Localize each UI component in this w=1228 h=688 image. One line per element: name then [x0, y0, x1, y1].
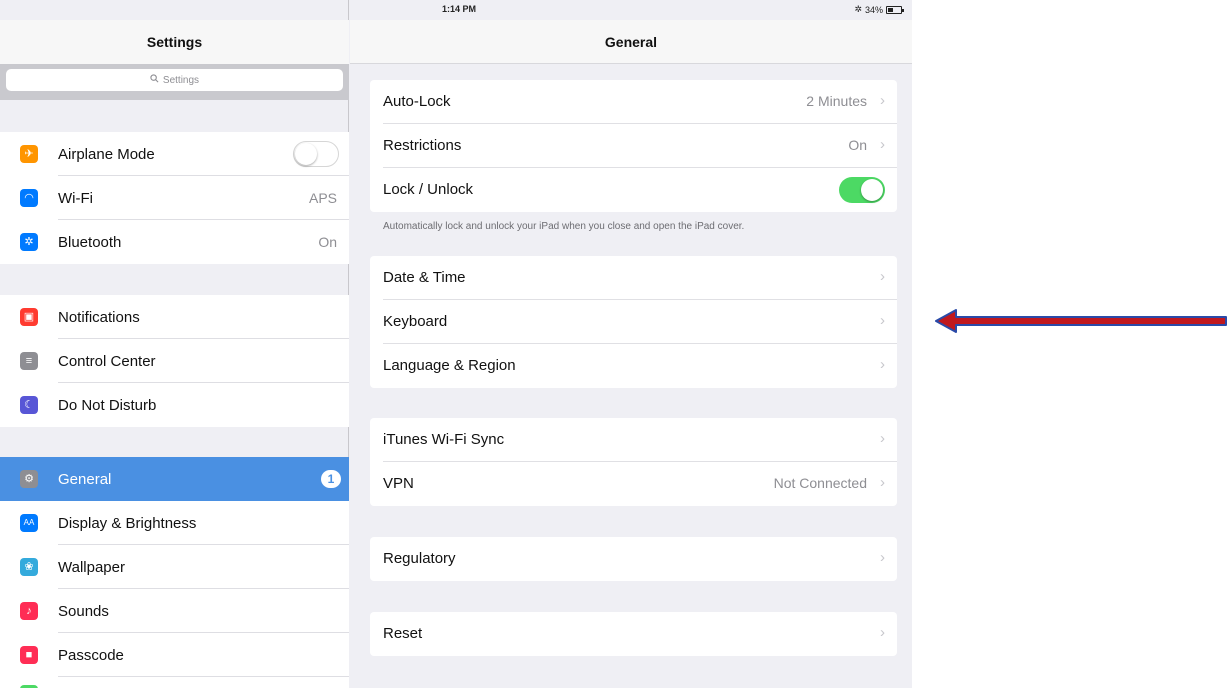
control-center-icon: ≡ — [20, 352, 38, 370]
row-language-region[interactable]: Language & Region › — [370, 344, 897, 388]
sidebar-item-label: Airplane Mode — [58, 145, 155, 163]
row-date-time[interactable]: Date & Time › — [370, 256, 897, 300]
sidebar-item-control-center[interactable]: ≡ Control Center — [0, 339, 349, 383]
row-regulatory[interactable]: Regulatory › — [370, 537, 897, 581]
sidebar-item-label: Notifications — [58, 308, 140, 326]
row-label: Auto-Lock — [383, 93, 451, 110]
gear-icon: ⚙ — [20, 470, 38, 488]
sidebar-item-label: Sounds — [58, 602, 109, 620]
general-detail-pane: General Auto-Lock 2 Minutes › Restrictio… — [350, 0, 912, 688]
sidebar-group-notifications: ▣ Notifications ≡ Control Center ☾ Do No… — [0, 295, 349, 427]
group-network: iTunes Wi-Fi Sync › VPN Not Connected › — [370, 418, 897, 506]
auto-lock-value: 2 Minutes — [806, 93, 867, 109]
row-label: Restrictions — [383, 137, 462, 154]
lock-unlock-toggle[interactable] — [839, 177, 885, 203]
chevron-right-icon: › — [880, 136, 885, 153]
chevron-right-icon: › — [880, 312, 885, 329]
row-label: Lock / Unlock — [383, 181, 474, 198]
row-itunes-wifi-sync[interactable]: iTunes Wi-Fi Sync › — [370, 418, 897, 462]
airplane-icon: ✈ — [20, 145, 38, 163]
sidebar-item-wallpaper[interactable]: ❀ Wallpaper — [0, 545, 349, 589]
sidebar-item-wifi[interactable]: ◠ Wi-Fi APS — [0, 176, 349, 220]
sidebar-item-label: Display & Brightness — [58, 514, 197, 532]
sidebar-group-device: ⚙ General 1 AA Display & Brightness ❀ Wa… — [0, 457, 349, 688]
sidebar-item-sounds[interactable]: ♪ Sounds — [0, 589, 349, 633]
row-restrictions[interactable]: Restrictions On › — [370, 124, 897, 168]
sidebar-item-label: General — [58, 470, 112, 488]
row-auto-lock[interactable]: Auto-Lock 2 Minutes › — [370, 80, 897, 124]
restrictions-value: On — [848, 137, 867, 153]
row-keyboard[interactable]: Keyboard › — [370, 300, 897, 344]
vpn-value: Not Connected — [773, 475, 867, 491]
row-label: Reset — [383, 625, 423, 642]
row-lock-unlock: Lock / Unlock — [370, 168, 897, 212]
page-title: General — [604, 34, 658, 50]
group-locale: Date & Time › Keyboard › Language & Regi… — [370, 256, 897, 388]
chevron-right-icon: › — [880, 268, 885, 285]
sidebar-item-label: Bluetooth — [58, 233, 122, 251]
bluetooth-icon: ✲ — [20, 233, 38, 251]
search-placeholder: Settings — [162, 74, 200, 86]
sidebar-item-label: Wi-Fi — [58, 189, 93, 207]
row-reset[interactable]: Reset › — [370, 612, 897, 656]
sidebar-item-passcode[interactable]: ■ Passcode — [0, 633, 349, 677]
chevron-right-icon: › — [880, 549, 885, 566]
display-icon: AA — [20, 514, 38, 532]
lock-footnote: Automatically lock and unlock your iPad … — [383, 221, 745, 232]
sidebar-item-display-brightness[interactable]: AA Display & Brightness — [0, 501, 349, 545]
row-label: Keyboard — [383, 313, 448, 330]
group-regulatory: Regulatory › — [370, 537, 897, 581]
sidebar-item-notifications[interactable]: ▣ Notifications — [0, 295, 349, 339]
speaker-icon: ♪ — [20, 602, 38, 620]
wifi-icon: ◠ — [20, 189, 38, 207]
sidebar-item-partial — [0, 677, 349, 688]
group-reset: Reset › — [370, 612, 897, 656]
chevron-right-icon: › — [880, 474, 885, 491]
wifi-network-value: APS — [308, 190, 337, 206]
chevron-right-icon: › — [880, 92, 885, 109]
search-bar: Settings — [0, 64, 349, 100]
row-label: Language & Region — [383, 357, 516, 374]
search-input[interactable]: Settings — [6, 69, 343, 91]
sidebar-item-airplane-mode[interactable]: ✈ Airplane Mode — [0, 132, 349, 176]
sidebar-item-label: Control Center — [58, 352, 156, 370]
row-label: Regulatory — [383, 550, 456, 567]
ipad-screen: iPad ▾ 1:14 PM ✲ 34% Settings Settings ✈… — [0, 0, 912, 688]
sidebar-group-connectivity: ✈ Airplane Mode ◠ Wi-Fi APS ✲ Bluetooth … — [0, 132, 349, 264]
sidebar-item-label: Passcode — [58, 646, 124, 664]
update-badge: 1 — [321, 470, 341, 488]
group-lock: Auto-Lock 2 Minutes › Restrictions On › … — [370, 80, 897, 212]
chevron-right-icon: › — [880, 356, 885, 373]
sidebar-item-label: Do Not Disturb — [58, 396, 157, 414]
row-label: VPN — [383, 475, 414, 492]
annotation-arrow-icon — [935, 309, 1227, 333]
sidebar-header: Settings — [0, 20, 349, 64]
sidebar-item-general[interactable]: ⚙ General 1 — [0, 457, 349, 501]
wallpaper-icon: ❀ — [20, 558, 38, 576]
row-label: Date & Time — [383, 269, 466, 286]
sidebar-item-bluetooth[interactable]: ✲ Bluetooth On — [0, 220, 349, 264]
settings-sidebar: Settings Settings ✈ Airplane Mode ◠ Wi-F… — [0, 0, 349, 688]
lock-icon: ■ — [20, 646, 38, 664]
sidebar-item-label: Wallpaper — [58, 558, 125, 576]
search-icon — [150, 74, 159, 86]
moon-icon: ☾ — [20, 396, 38, 414]
bluetooth-value: On — [318, 234, 337, 250]
sidebar-item-do-not-disturb[interactable]: ☾ Do Not Disturb — [0, 383, 349, 427]
row-vpn[interactable]: VPN Not Connected › — [370, 462, 897, 506]
row-label: iTunes Wi-Fi Sync — [383, 431, 505, 448]
sidebar-title: Settings — [146, 34, 203, 50]
chevron-right-icon: › — [880, 624, 885, 641]
chevron-right-icon: › — [880, 430, 885, 447]
airplane-mode-toggle[interactable] — [293, 141, 339, 167]
notifications-icon: ▣ — [20, 308, 38, 326]
detail-header: General — [350, 20, 912, 64]
